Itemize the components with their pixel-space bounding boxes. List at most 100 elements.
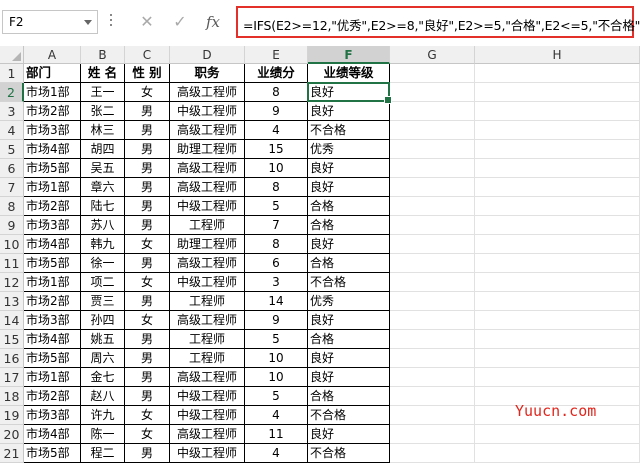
empty-cell[interactable] xyxy=(475,425,640,444)
cell-title[interactable]: 中级工程师 xyxy=(170,197,245,216)
row-header[interactable]: 13 xyxy=(0,292,24,311)
cell-score[interactable]: 4 xyxy=(245,121,308,140)
cell-name[interactable]: 孙四 xyxy=(81,311,125,330)
header-cell-title[interactable]: 职务 xyxy=(170,64,245,83)
cell-grade[interactable]: 良好 xyxy=(308,178,390,197)
empty-cell[interactable] xyxy=(390,349,475,368)
cell-grade[interactable]: 良好 xyxy=(308,368,390,387)
row-header[interactable]: 5 xyxy=(0,140,24,159)
row-header[interactable]: 12 xyxy=(0,273,24,292)
cell-name[interactable]: 陈一 xyxy=(81,425,125,444)
empty-cell[interactable] xyxy=(475,254,640,273)
row-header[interactable]: 21 xyxy=(0,444,24,463)
cell-score[interactable]: 10 xyxy=(245,159,308,178)
cell-grade[interactable]: 不合格 xyxy=(308,273,390,292)
cell-grade[interactable]: 不合格 xyxy=(308,121,390,140)
cell-gender[interactable]: 女 xyxy=(125,425,170,444)
cell-name[interactable]: 吴五 xyxy=(81,159,125,178)
cell-dept[interactable]: 市场4部 xyxy=(24,140,81,159)
cell-score[interactable]: 3 xyxy=(245,273,308,292)
empty-cell[interactable] xyxy=(390,140,475,159)
header-cell-dept[interactable]: 部门 xyxy=(24,64,81,83)
row-header[interactable]: 15 xyxy=(0,330,24,349)
cell-score[interactable]: 9 xyxy=(245,102,308,121)
cell-title[interactable]: 中级工程师 xyxy=(170,406,245,425)
empty-cell[interactable] xyxy=(390,292,475,311)
empty-cell[interactable] xyxy=(475,330,640,349)
header-cell-name[interactable]: 姓 名 xyxy=(81,64,125,83)
cell-score[interactable]: 10 xyxy=(245,368,308,387)
empty-cell[interactable] xyxy=(390,444,475,463)
check-icon[interactable]: ✓ xyxy=(169,11,191,33)
cell-title[interactable]: 工程师 xyxy=(170,292,245,311)
cell-grade[interactable]: 合格 xyxy=(308,197,390,216)
empty-cell[interactable] xyxy=(390,159,475,178)
row-header[interactable]: 8 xyxy=(0,197,24,216)
cell-name[interactable]: 章六 xyxy=(81,178,125,197)
row-header[interactable]: 20 xyxy=(0,425,24,444)
cell-gender[interactable]: 男 xyxy=(125,444,170,463)
column-header-b[interactable]: B xyxy=(81,46,125,64)
row-header[interactable]: 10 xyxy=(0,235,24,254)
formula-bar-grip[interactable] xyxy=(110,14,112,30)
empty-cell[interactable] xyxy=(475,121,640,140)
cell-gender[interactable]: 男 xyxy=(125,387,170,406)
cell-dept[interactable]: 市场5部 xyxy=(24,444,81,463)
row-header[interactable]: 11 xyxy=(0,254,24,273)
formula-input[interactable]: =IFS(E2>=12,"优秀",E2>=8,"良好",E2>=5,"合格",E… xyxy=(236,6,640,38)
cell-score[interactable]: 4 xyxy=(245,444,308,463)
cell-gender[interactable]: 男 xyxy=(125,121,170,140)
cell-name[interactable]: 贾三 xyxy=(81,292,125,311)
empty-cell[interactable] xyxy=(475,197,640,216)
empty-cell[interactable] xyxy=(390,178,475,197)
cell-name[interactable]: 韩九 xyxy=(81,235,125,254)
cell-name[interactable]: 张二 xyxy=(81,102,125,121)
empty-cell[interactable] xyxy=(390,64,475,83)
cell-score[interactable]: 6 xyxy=(245,254,308,273)
cell-name[interactable]: 姚五 xyxy=(81,330,125,349)
cell-gender[interactable]: 男 xyxy=(125,368,170,387)
cell-dept[interactable]: 市场1部 xyxy=(24,83,81,102)
cell-title[interactable]: 高级工程师 xyxy=(170,83,245,102)
cell-title[interactable]: 中级工程师 xyxy=(170,273,245,292)
cell-name[interactable]: 周六 xyxy=(81,349,125,368)
cell-gender[interactable]: 男 xyxy=(125,197,170,216)
cell-title[interactable]: 中级工程师 xyxy=(170,387,245,406)
cell-grade[interactable]: 良好 xyxy=(308,159,390,178)
empty-cell[interactable] xyxy=(475,311,640,330)
cell-dept[interactable]: 市场2部 xyxy=(24,292,81,311)
cell-title[interactable]: 高级工程师 xyxy=(170,311,245,330)
cell-dept[interactable]: 市场4部 xyxy=(24,235,81,254)
column-header-d[interactable]: D xyxy=(170,46,245,64)
cell-score[interactable]: 14 xyxy=(245,292,308,311)
cell-dept[interactable]: 市场1部 xyxy=(24,178,81,197)
cell-score[interactable]: 10 xyxy=(245,349,308,368)
cell-dept[interactable]: 市场1部 xyxy=(24,273,81,292)
cell-gender[interactable]: 男 xyxy=(125,178,170,197)
cell-grade[interactable]: 不合格 xyxy=(308,444,390,463)
column-header-g[interactable]: G xyxy=(390,46,475,64)
cell-gender[interactable]: 女 xyxy=(125,406,170,425)
empty-cell[interactable] xyxy=(475,235,640,254)
cell-dept[interactable]: 市场5部 xyxy=(24,349,81,368)
cell-dept[interactable]: 市场2部 xyxy=(24,387,81,406)
column-header-c[interactable]: C xyxy=(125,46,170,64)
row-header[interactable]: 6 xyxy=(0,159,24,178)
cell-grade[interactable]: 优秀 xyxy=(308,292,390,311)
empty-cell[interactable] xyxy=(475,178,640,197)
cell-score[interactable]: 8 xyxy=(245,83,308,102)
cell-title[interactable]: 高级工程师 xyxy=(170,159,245,178)
header-cell-score[interactable]: 业绩分 xyxy=(245,64,308,83)
column-header-f[interactable]: F xyxy=(308,46,390,64)
empty-cell[interactable] xyxy=(475,140,640,159)
empty-cell[interactable] xyxy=(390,311,475,330)
cell-name[interactable]: 陆七 xyxy=(81,197,125,216)
cell-gender[interactable]: 男 xyxy=(125,349,170,368)
cell-dept[interactable]: 市场5部 xyxy=(24,254,81,273)
cell-title[interactable]: 工程师 xyxy=(170,216,245,235)
empty-cell[interactable] xyxy=(475,292,640,311)
empty-cell[interactable] xyxy=(390,368,475,387)
cell-gender[interactable]: 女 xyxy=(125,235,170,254)
cell-grade[interactable]: 良好 xyxy=(308,102,390,121)
row-header[interactable]: 16 xyxy=(0,349,24,368)
